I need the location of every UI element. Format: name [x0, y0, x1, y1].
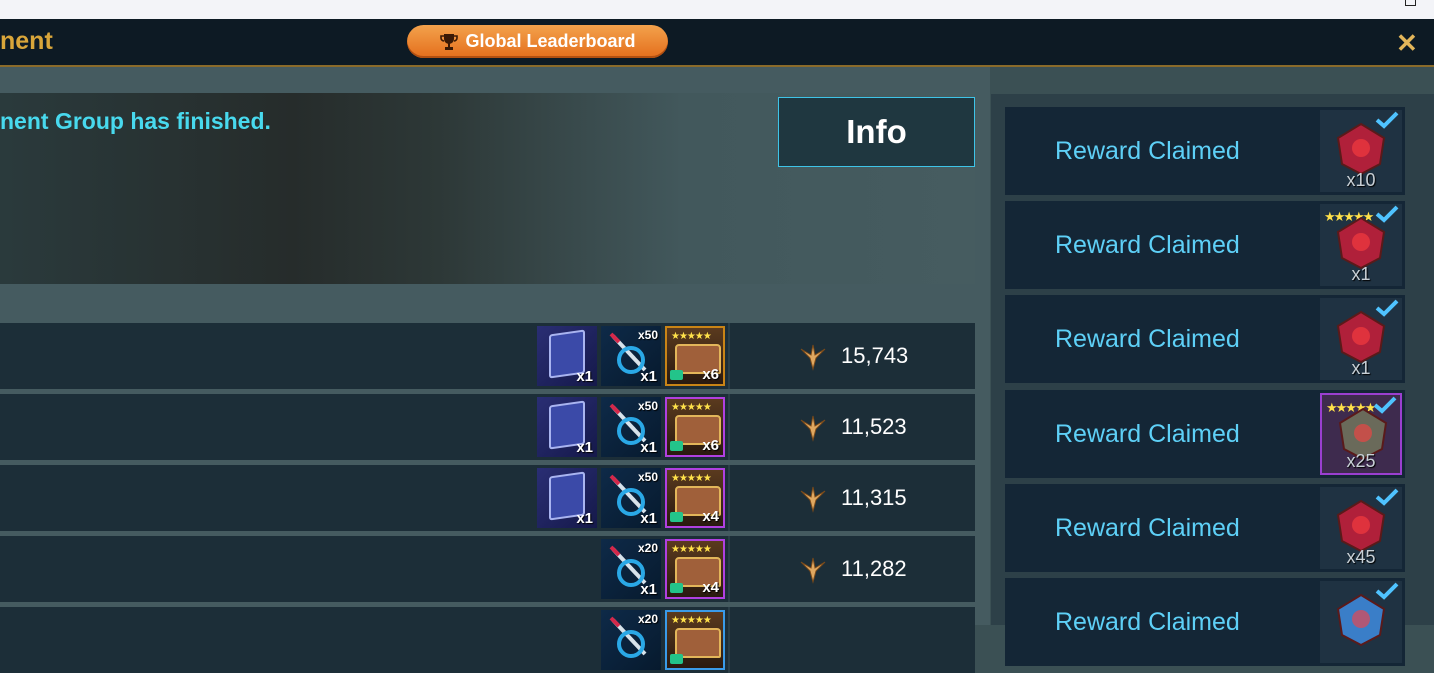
status-message: nent Group has finished.: [0, 108, 271, 134]
tile-quantity: x1: [640, 368, 657, 385]
tournament-points-icon: [800, 486, 826, 513]
tile-quantity: x4: [702, 508, 719, 525]
leaderboard-row[interactable]: x1 x50 x1 ★★★★★ x6 15,743: [0, 323, 975, 389]
points-value: 11,315: [841, 485, 907, 510]
reward-status-label: Reward Claimed: [1055, 137, 1240, 165]
reward-tile[interactable]: x1: [1320, 298, 1402, 380]
points-value: 15,743: [841, 343, 909, 368]
reward-status-label: Reward Claimed: [1055, 420, 1240, 448]
reward-status-label: Reward Claimed: [1055, 231, 1240, 259]
checkmark-icon: [1375, 488, 1399, 506]
leaderboard-row[interactable]: x20 ★★★★★: [0, 607, 975, 673]
global-leaderboard-button[interactable]: Global Leaderboard: [407, 25, 668, 58]
reward-item[interactable]: Reward Claimed x10: [1005, 107, 1405, 195]
five-stars-icon: ★★★★★: [671, 544, 712, 555]
page-title: nent: [0, 27, 53, 55]
tile-top-quantity: x50: [637, 328, 658, 342]
row-divider: [728, 323, 730, 389]
chest-reward-tile[interactable]: ★★★★★ x4: [665, 539, 725, 599]
reward-tile[interactable]: x10: [1320, 110, 1402, 192]
sword-reward-tile[interactable]: x20: [601, 610, 661, 670]
reward-status-label: Reward Claimed: [1055, 608, 1240, 636]
tile-top-quantity: x20: [637, 612, 658, 626]
chest-reward-tile[interactable]: ★★★★★ x6: [665, 397, 725, 457]
title-bar: nent Global Leaderboard ✕: [0, 19, 1434, 67]
tournament-points-icon: [800, 557, 826, 584]
tile-quantity: x1: [640, 510, 657, 527]
tile-quantity: x6: [702, 437, 719, 454]
row-divider: [728, 465, 730, 531]
reward-item[interactable]: Reward Claimed ★★★★★ x25: [1005, 390, 1405, 478]
rewards-panel: Reward Claimed x10 Reward Claimed ★★★★★ …: [991, 94, 1434, 666]
tile-quantity: x4: [702, 579, 719, 596]
tile-top-quantity: x50: [637, 399, 658, 413]
five-stars-icon: ★★★★★: [671, 402, 712, 413]
checkmark-icon: [1373, 396, 1397, 414]
tile-quantity: x1: [576, 368, 593, 385]
reward-quantity: x45: [1346, 547, 1376, 567]
leaderboard-row[interactable]: x1 x50 x1 ★★★★★ x4 11,315: [0, 465, 975, 531]
checkmark-icon: [1375, 205, 1399, 223]
chest-reward-tile[interactable]: ★★★★★ x6: [665, 326, 725, 386]
reward-item[interactable]: Reward Claimed: [1005, 578, 1405, 666]
leaderboard-row[interactable]: x1 x50 x1 ★★★★★ x6 11,523: [0, 394, 975, 460]
checkmark-icon: [1375, 582, 1399, 600]
five-stars-icon: ★★★★★: [671, 615, 712, 626]
artifact-icon: [670, 512, 683, 522]
tile-top-quantity: x20: [637, 541, 658, 555]
tile-quantity: x1: [576, 510, 593, 527]
reward-status-label: Reward Claimed: [1055, 514, 1240, 542]
reward-quantity: x1: [1351, 358, 1371, 378]
reward-status-label: Reward Claimed: [1055, 325, 1240, 353]
artifact-icon: [670, 654, 683, 664]
reward-tile[interactable]: ★★★★★ x25: [1320, 393, 1402, 475]
tome-reward-tile[interactable]: x1: [537, 397, 597, 457]
reward-quantity: x1: [1351, 264, 1371, 284]
tile-top-quantity: x50: [637, 470, 658, 484]
tile-quantity: x6: [702, 366, 719, 383]
tile-quantity: x1: [640, 581, 657, 598]
sword-reward-tile[interactable]: x50 x1: [601, 468, 661, 528]
reward-tile[interactable]: [1320, 581, 1402, 663]
reward-item[interactable]: Reward Claimed ★★★★★ x1: [1005, 201, 1405, 289]
tournament-points-icon: [800, 415, 826, 442]
close-icon[interactable]: ✕: [1396, 28, 1418, 59]
tournament-panel: nent Group has finished. Info x1 x50 x1 …: [0, 67, 990, 673]
points-value: 11,282: [841, 556, 907, 581]
five-stars-icon: ★★★★★: [671, 473, 712, 484]
reward-item[interactable]: Reward Claimed x1: [1005, 295, 1405, 383]
reward-quantity: x25: [1346, 451, 1376, 471]
browser-top-strip: [0, 0, 1434, 19]
row-divider: [728, 394, 730, 460]
row-divider: [728, 607, 730, 673]
chest-reward-tile[interactable]: ★★★★★ x4: [665, 468, 725, 528]
artifact-icon: [670, 370, 683, 380]
five-stars-icon: ★★★★★: [671, 331, 712, 342]
checkmark-icon: [1375, 111, 1399, 129]
reward-item[interactable]: Reward Claimed x45: [1005, 484, 1405, 572]
info-button[interactable]: Info: [778, 97, 975, 167]
trophy-icon: [440, 33, 459, 50]
row-divider: [728, 536, 730, 602]
artifact-icon: [670, 441, 683, 451]
tournament-points-icon: [800, 344, 826, 371]
reward-tile[interactable]: ★★★★★ x1: [1320, 204, 1402, 286]
global-leaderboard-label: Global Leaderboard: [465, 31, 636, 51]
artifact-icon: [670, 583, 683, 593]
sword-reward-tile[interactable]: x50 x1: [601, 397, 661, 457]
points-value: 11,523: [841, 414, 907, 439]
tome-reward-tile[interactable]: x1: [537, 468, 597, 528]
chest-reward-tile[interactable]: ★★★★★: [665, 610, 725, 670]
tile-quantity: x1: [640, 439, 657, 456]
tome-reward-tile[interactable]: x1: [537, 326, 597, 386]
window-control-icon[interactable]: [1405, 0, 1416, 6]
checkmark-icon: [1375, 299, 1399, 317]
sword-reward-tile[interactable]: x20 x1: [601, 539, 661, 599]
sword-reward-tile[interactable]: x50 x1: [601, 326, 661, 386]
reward-tile[interactable]: x45: [1320, 487, 1402, 569]
leaderboard-row[interactable]: x20 x1 ★★★★★ x4 11,282: [0, 536, 975, 602]
reward-quantity: x10: [1346, 170, 1376, 190]
tile-quantity: x1: [576, 439, 593, 456]
